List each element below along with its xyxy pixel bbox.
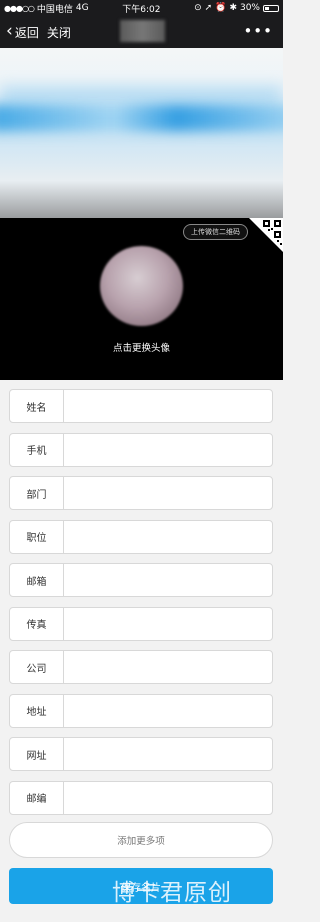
business-card-form: 姓名手机部门职位邮箱传真公司地址网址邮编	[9, 389, 273, 824]
field-label: 职位	[10, 520, 64, 553]
field-input[interactable]	[64, 694, 272, 727]
field-label: 部门	[10, 477, 64, 509]
battery-percent: 30%	[239, 3, 260, 13]
field-label: 姓名	[10, 390, 64, 422]
battery-icon	[263, 4, 279, 12]
field-input[interactable]	[64, 607, 272, 640]
form-row: 邮箱	[9, 563, 273, 597]
carrier-name: 中国电信	[36, 4, 73, 15]
field-input[interactable]	[64, 477, 272, 509]
form-row: 公司	[9, 650, 273, 684]
field-input[interactable]	[64, 520, 272, 553]
avatar-section: 上传微信二维码 点击更换头像	[0, 218, 283, 380]
form-row: 手机	[9, 432, 273, 467]
field-label: 地址	[10, 694, 64, 727]
close-button[interactable]: 关闭	[47, 24, 71, 41]
field-input[interactable]	[64, 564, 272, 596]
add-more-fields-button[interactable]: 添加更多项	[9, 822, 273, 858]
signal-strength-icon: ●●●○○	[4, 3, 35, 13]
more-menu-button[interactable]: •••	[243, 22, 273, 40]
upload-qr-button[interactable]: 上传微信二维码	[183, 224, 248, 240]
field-label: 邮编	[10, 781, 64, 814]
bluetooth-icon: ✱	[229, 3, 237, 13]
field-input[interactable]	[64, 433, 272, 466]
field-input[interactable]	[64, 390, 272, 422]
status-time: 下午6:02	[122, 4, 161, 15]
location-icon: ➚	[204, 3, 213, 13]
field-label: 公司	[10, 651, 64, 683]
save-card-button[interactable]: 保存名片	[9, 868, 273, 904]
form-row: 姓名	[9, 389, 273, 423]
network-type: 4G	[75, 3, 89, 13]
status-bar: ●●●○○ 中国电信 4G 下午6:02 ⊙ ➚ ⏰ ✱ 30%	[0, 0, 283, 16]
alarm-icon: ⏰	[215, 3, 227, 13]
avatar[interactable]	[100, 246, 183, 326]
change-avatar-label[interactable]: 点击更换头像	[0, 340, 283, 354]
cover-banner-image	[0, 48, 283, 218]
nav-bar: ‹ 返回 关闭 •••	[0, 16, 283, 48]
form-row: 部门	[9, 476, 273, 510]
field-input[interactable]	[64, 781, 272, 814]
field-label: 传真	[10, 607, 64, 640]
form-row: 职位	[9, 519, 273, 554]
field-input[interactable]	[64, 651, 272, 683]
chevron-left-icon: ‹	[6, 20, 13, 41]
back-button[interactable]: ‹ 返回	[6, 20, 39, 41]
form-row: 地址	[9, 693, 273, 728]
back-label: 返回	[14, 25, 39, 40]
form-row: 邮编	[9, 780, 273, 815]
qr-code-icon[interactable]	[249, 218, 283, 252]
field-label: 邮箱	[10, 564, 64, 596]
page-title-redacted	[120, 20, 165, 42]
form-row: 网址	[9, 737, 273, 771]
field-label: 手机	[10, 433, 64, 466]
field-label: 网址	[10, 738, 64, 770]
lock-rotation-icon: ⊙	[194, 3, 202, 13]
field-input[interactable]	[64, 738, 272, 770]
form-row: 传真	[9, 606, 273, 641]
